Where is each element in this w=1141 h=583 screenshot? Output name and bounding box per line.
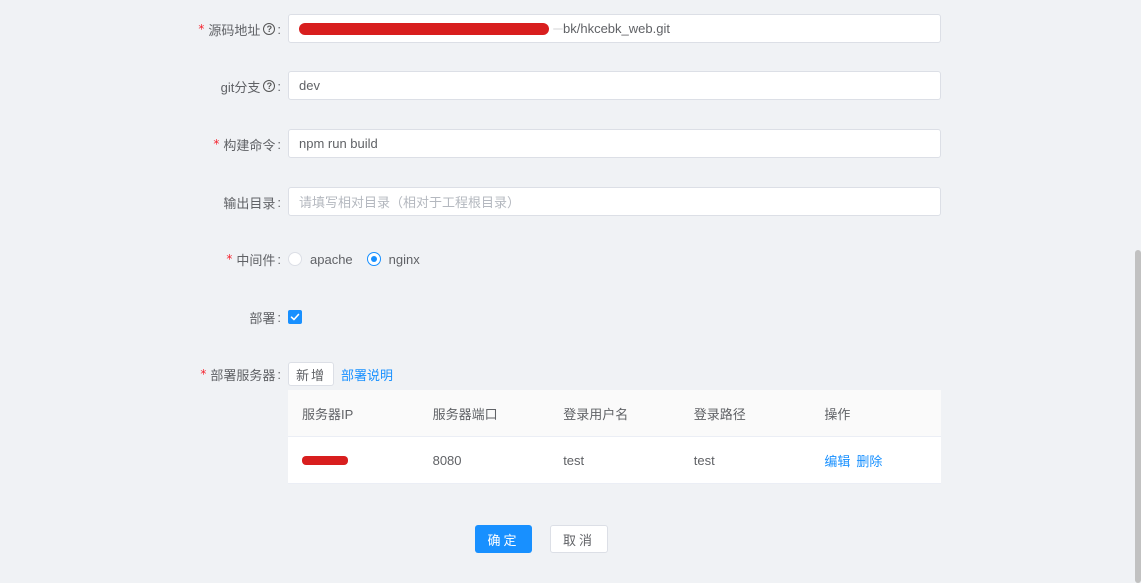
source-url-value: bk/hkcebk_web.git — [563, 21, 670, 36]
radio-nginx[interactable]: nginx — [366, 251, 420, 267]
confirm-button[interactable]: 确定 — [475, 525, 532, 553]
cell-port: 8080 — [432, 452, 462, 468]
required-mark: * — [198, 22, 205, 36]
checkmark-icon — [290, 313, 300, 321]
git-branch-label: git分支 — [220, 79, 261, 95]
servers-table: 服务器IP 服务器端口 登录用户名 登录路径 操作 8080 test test… — [288, 390, 941, 484]
output-dir-label: 输出目录 — [223, 195, 276, 211]
source-url-label-wrap: * 源码地址 ? : — [198, 14, 281, 44]
build-cmd-row: * 构建命令 : npm run build — [0, 129, 1141, 159]
radio-apache[interactable]: apache — [288, 252, 353, 267]
header-user: 登录用户名 — [563, 406, 629, 422]
add-server-button[interactable]: 新增 — [288, 362, 335, 386]
radio-circle[interactable] — [288, 252, 302, 266]
deploy-config-form: * 源码地址 ? : bk/hkcebk_web.git git分支 ? : d… — [0, 0, 1141, 583]
label-colon: : — [277, 309, 281, 325]
cell-actions: 编辑 删除 — [810, 437, 941, 483]
cell-path: test — [693, 452, 715, 468]
required-mark: * — [213, 137, 220, 151]
table-header: 服务器IP 服务器端口 登录用户名 登录路径 操作 — [288, 390, 941, 437]
build-cmd-label: 构建命令 — [223, 137, 276, 153]
deploy-label: 部署 — [249, 310, 276, 326]
deploy-servers-label-wrap: * 部署服务器 : — [200, 359, 281, 389]
table-row: 8080 test test 编辑 删除 — [288, 437, 941, 484]
deploy-doc-link[interactable]: 部署说明 — [341, 359, 393, 389]
git-branch-input[interactable]: dev — [288, 71, 941, 100]
deploy-row: 部署 : — [0, 302, 1141, 332]
question-circle-icon[interactable]: ? — [263, 80, 276, 92]
git-branch-value: dev — [299, 78, 320, 93]
required-mark: * — [200, 367, 207, 381]
middleware-radio-group: apache nginx — [288, 244, 434, 274]
label-colon: : — [277, 194, 281, 210]
middleware-label-wrap: * 中间件 : — [226, 244, 281, 274]
deploy-servers-row: * 部署服务器 : 新增 部署说明 — [0, 359, 1141, 389]
radio-apache-label: apache — [310, 251, 353, 267]
output-dir-row: 输出目录 : 请填写相对目录（相对于工程根目录） — [0, 187, 1141, 217]
git-branch-label-wrap: git分支 ? : — [221, 71, 281, 101]
cell-ip — [288, 437, 419, 483]
radio-nginx-label: nginx — [388, 251, 420, 267]
label-colon: : — [277, 78, 281, 94]
deploy-checkbox[interactable] — [288, 310, 302, 324]
build-cmd-input[interactable]: npm run build — [288, 129, 941, 158]
output-dir-label-wrap: 输出目录 : — [223, 187, 281, 217]
label-colon: : — [277, 366, 281, 382]
source-url-row: * 源码地址 ? : bk/hkcebk_web.git — [0, 14, 1141, 44]
deploy-label-wrap: 部署 : — [249, 302, 281, 332]
middleware-label: 中间件 — [236, 252, 276, 268]
header-actions: 操作 — [824, 406, 851, 422]
cancel-button[interactable]: 取消 — [550, 525, 608, 553]
scrollbar-thumb[interactable] — [1135, 250, 1141, 583]
build-cmd-value: npm run build — [299, 136, 378, 151]
header-path: 登录路径 — [693, 406, 746, 422]
delete-link[interactable]: 删除 — [856, 451, 882, 470]
output-dir-placeholder: 请填写相对目录（相对于工程根目录） — [299, 195, 521, 210]
redacted-url-part — [299, 22, 549, 35]
git-branch-row: git分支 ? : dev — [0, 71, 1141, 101]
edit-link[interactable]: 编辑 — [824, 451, 850, 470]
question-circle-icon[interactable]: ? — [263, 23, 276, 35]
deploy-servers-label: 部署服务器 — [210, 367, 276, 383]
radio-circle-checked[interactable] — [366, 252, 381, 266]
label-colon: : — [277, 136, 281, 152]
build-cmd-label-wrap: * 构建命令 : — [213, 129, 281, 159]
source-url-label: 源码地址 — [208, 22, 261, 38]
header-port: 服务器端口 — [432, 406, 498, 422]
cell-user: test — [563, 452, 585, 468]
label-colon: : — [277, 251, 281, 267]
output-dir-input[interactable]: 请填写相对目录（相对于工程根目录） — [288, 187, 941, 216]
label-colon: : — [277, 21, 281, 37]
middleware-row: * 中间件 : apache nginx — [0, 244, 1141, 274]
redacted-gap — [553, 27, 563, 30]
header-ip: 服务器IP — [302, 406, 354, 422]
source-url-input[interactable]: bk/hkcebk_web.git — [288, 14, 941, 43]
required-mark: * — [226, 252, 233, 266]
redacted-ip — [302, 455, 348, 465]
